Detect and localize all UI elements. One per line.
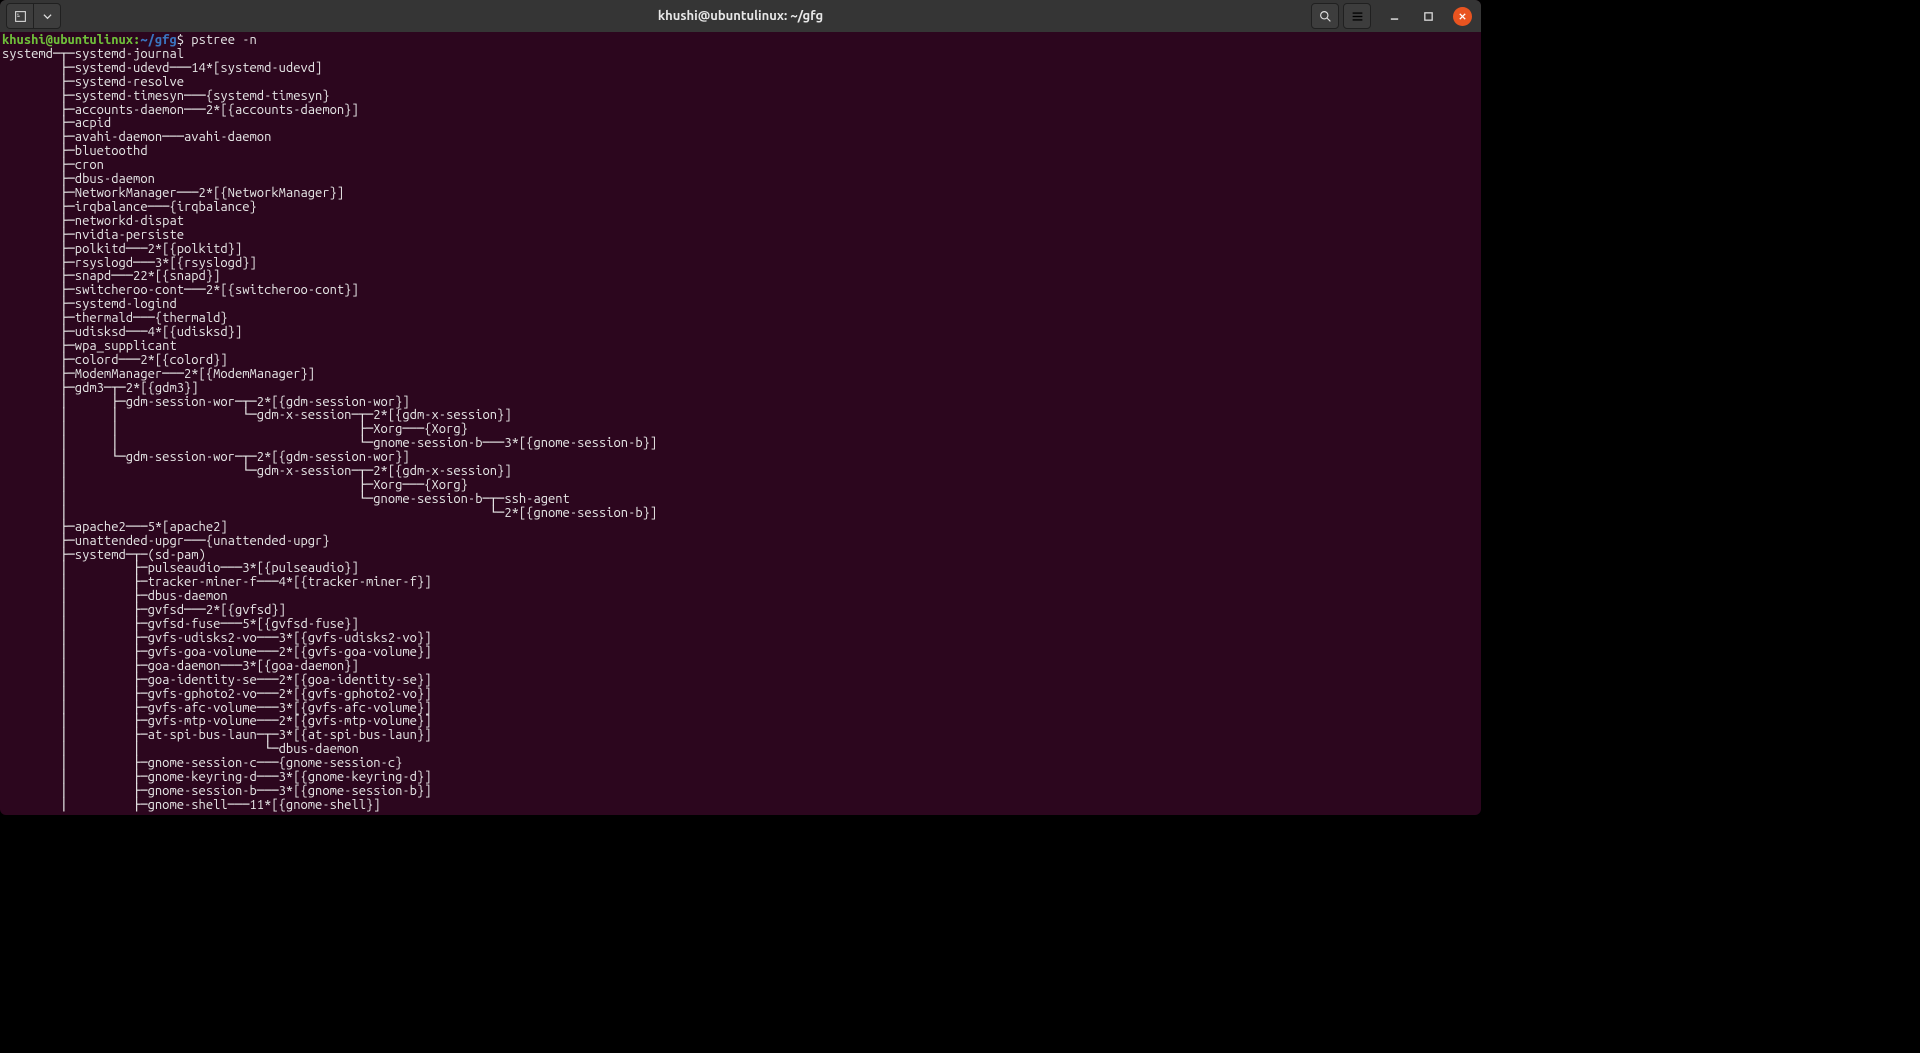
prompt-user-host: khushi@ubuntulinux	[2, 33, 133, 47]
new-tab-button[interactable]	[6, 3, 33, 29]
close-button[interactable]	[1451, 5, 1473, 27]
maximize-icon	[1423, 11, 1434, 22]
pstree-output: systemd─┬─systemd-journal ├─systemd-udev…	[2, 47, 657, 812]
close-icon	[1458, 12, 1467, 21]
terminal-output[interactable]: khushi@ubuntulinux:~/gfg$ pstree -n syst…	[0, 32, 1481, 815]
command-text: pstree -n	[191, 33, 257, 47]
terminal-tab-icon	[14, 10, 27, 23]
window-title: khushi@ubuntulinux: ~/gfg	[0, 9, 1481, 23]
terminal-window: khushi@ubuntulinux: ~/gfg khushi@ubuntul…	[0, 0, 1481, 815]
titlebar: khushi@ubuntulinux: ~/gfg	[0, 0, 1481, 32]
hamburger-icon	[1351, 10, 1364, 23]
prompt-dollar: $	[177, 33, 184, 47]
search-button[interactable]	[1311, 3, 1339, 29]
titlebar-left-controls	[0, 3, 61, 29]
tab-dropdown-button[interactable]	[33, 3, 61, 29]
close-circle	[1453, 7, 1472, 26]
titlebar-right-controls	[1311, 3, 1481, 29]
prompt-path: ~/gfg	[140, 33, 176, 47]
search-icon	[1319, 10, 1332, 23]
hamburger-menu-button[interactable]	[1343, 3, 1371, 29]
minimize-icon	[1389, 11, 1400, 22]
minimize-button[interactable]	[1383, 5, 1405, 27]
chevron-down-icon	[43, 12, 52, 21]
maximize-button[interactable]	[1417, 5, 1439, 27]
